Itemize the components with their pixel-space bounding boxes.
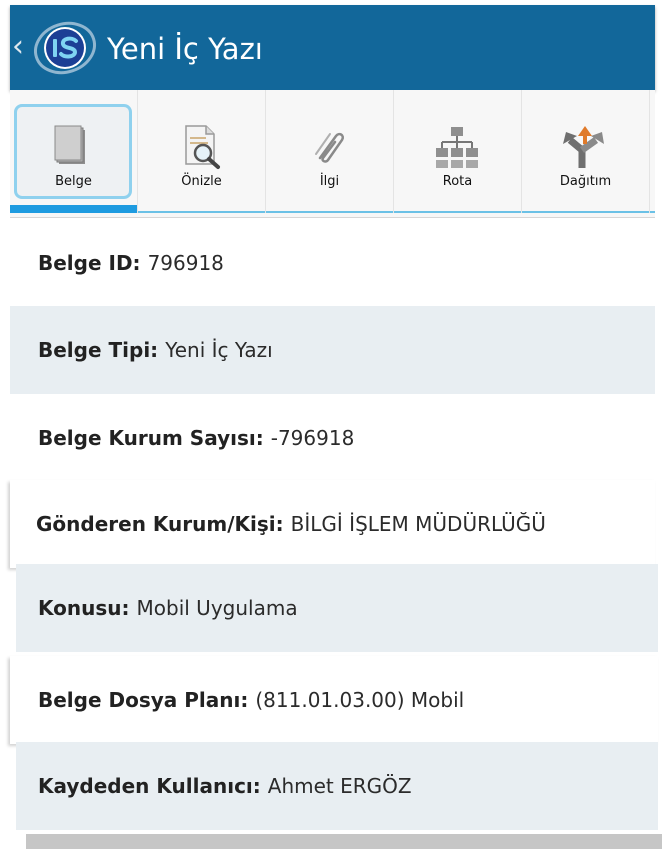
selected-tab-indicator: [10, 205, 137, 213]
field-belge-dosya-plani: Belge Dosya Planı: (811.01.03.00) Mobil: [10, 656, 658, 744]
field-label: Gönderen Kurum/Kişi:: [36, 512, 284, 536]
field-value: Yeni İç Yazı: [165, 338, 273, 362]
field-konusu: Konusu: Mobil Uygulama: [16, 564, 658, 652]
split-arrow-icon: [563, 126, 604, 168]
field-value: Ahmet ERGÖZ: [267, 774, 412, 798]
field-kaydeden-kullanici: Kaydeden Kullanıcı: Ahmet ERGÖZ: [16, 742, 658, 830]
field-label: Belge Tipi:: [38, 338, 159, 362]
preview-magnifier-icon: [185, 125, 220, 169]
tab-label: Rota: [442, 174, 473, 189]
field-label: Belge ID:: [38, 251, 141, 275]
tab-belge[interactable]: Belge: [10, 90, 138, 213]
field-label: Kaydeden Kullanıcı:: [38, 774, 261, 798]
tab-underline: [138, 211, 265, 213]
field-belge-kurum-sayisi: Belge Kurum Sayısı: -796918: [10, 394, 655, 482]
field-value: Mobil Uygulama: [136, 596, 298, 620]
tab-rota[interactable]: Rota: [394, 90, 522, 213]
field-value: 796918: [147, 251, 224, 275]
field-label: Belge Kurum Sayısı:: [38, 426, 264, 450]
tab-label: Dağıtım: [559, 174, 612, 189]
tab-bar: Belge Önizle İlgi Rota Dağıtım: [10, 90, 655, 218]
is-logo-icon[interactable]: [28, 17, 102, 79]
field-value: BİLGİ İŞLEM MÜDÜRLÜĞÜ: [290, 512, 546, 536]
bottom-shadow-bar: [26, 834, 662, 849]
field-gonderen-kurum-kisi: Gönderen Kurum/Kişi: BİLGİ İŞLEM MÜDÜRLÜ…: [10, 480, 655, 568]
tab-label: Önizle: [181, 174, 222, 189]
field-value: -796918: [270, 426, 355, 450]
field-value: (811.01.03.00) Mobil: [255, 688, 465, 712]
field-label: Belge Dosya Planı:: [38, 688, 249, 712]
tab-underline: [266, 211, 393, 213]
tab-dagitim[interactable]: Dağıtım: [522, 90, 650, 213]
tab-label: İlgi: [319, 174, 340, 189]
tab-label: Belge: [55, 174, 92, 189]
field-belge-id: Belge ID: 796918: [10, 219, 655, 307]
paperclip-icon: [315, 132, 344, 163]
tab-onizle[interactable]: Önizle: [138, 90, 266, 213]
field-belge-tipi: Belge Tipi: Yeni İç Yazı: [10, 306, 655, 394]
back-chevron-icon[interactable]: ‹: [12, 27, 24, 67]
tab-ilgi[interactable]: İlgi: [266, 90, 394, 213]
app-bar: ‹ Yeni İç Yazı: [10, 5, 655, 90]
tab-underline: [522, 211, 649, 213]
tab-underline: [394, 211, 521, 213]
org-chart-icon: [436, 127, 478, 168]
field-label: Konusu:: [38, 596, 130, 620]
tab-overflow-edge: [650, 90, 655, 213]
document-stack-icon: [54, 125, 85, 164]
page-title: Yeni İç Yazı: [107, 32, 263, 66]
